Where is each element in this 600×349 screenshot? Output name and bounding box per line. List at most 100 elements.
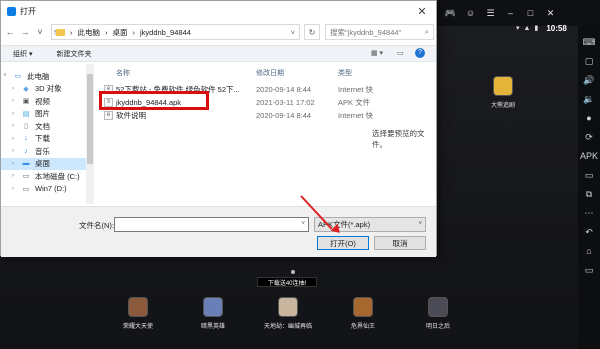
signal-icon: ▲ [523,24,531,32]
page-indicator [291,270,295,274]
menu-icon[interactable]: ☰ [484,7,497,20]
refresh-button[interactable]: ↻ [304,24,320,40]
address-dropdown-icon[interactable]: ˅ [291,28,295,37]
back-arrow-icon[interactable]: ← [5,27,15,37]
collapse-arrow-icon[interactable]: ˅ [1,73,9,79]
search-box[interactable]: 搜索"jkyddnb_94844" ⌕ [325,24,434,40]
screenshot-icon[interactable]: ▢ [582,55,596,67]
expand-arrow-icon[interactable]: › [9,98,17,104]
desktop-app[interactable]: 大熊追剧 [475,76,531,109]
new-folder-button[interactable]: 新建文件夹 [52,47,95,61]
expand-arrow-icon[interactable]: › [9,186,17,192]
tree-item-music[interactable]: › ♪ 音乐 [1,145,93,158]
navigation-tree: ˅ ▭ 此电脑 › ◆ 3D 对象 › ▣ 视频 › ▤ 图片 › ▯ 文档 ›… [1,64,94,204]
multi-instance-icon[interactable]: ⧉ [582,188,596,200]
breadcrumb-item[interactable]: 桌面 [113,27,128,38]
breadcrumb-sep-icon: › [105,27,108,37]
tree-item-documents[interactable]: › ▯ 文档 [1,120,93,133]
clock: 10:58 [546,23,567,33]
more-icon[interactable]: ⋯ [582,207,596,219]
recent-apps-icon[interactable]: ▭ [582,264,596,276]
tree-item-desktop[interactable]: › ▬ 桌面 [1,157,93,170]
document-icon: ▯ [24,123,28,131]
keyboard-icon[interactable]: ⌨ [582,36,596,48]
home-icon[interactable]: ⌂ [582,245,596,257]
filename-label: 文件名(N): [79,221,114,230]
drive-icon: ▭ [22,185,30,193]
game-icon [428,297,448,317]
gamepad-icon[interactable]: 🎮 [444,7,457,20]
forward-arrow-icon[interactable]: → [20,27,30,37]
user-icon[interactable]: ☺ [464,7,477,20]
dock-app-2[interactable]: 暗黑英雄 [185,297,241,330]
dialog-title-bar: 打开 ✕ [1,1,436,22]
chevron-down-icon[interactable]: ˅ [301,221,305,227]
help-icon[interactable]: ? [415,48,425,58]
emulator-sidebar: ⌨ ▢ 🔊 🔉 ● ⟳ APK ▭ ⧉ ⋯ ↶ ⌂ ▭ [578,26,600,349]
open-file-dialog: 打开 ✕ ← → ˅ ↑ › 此电脑 › 桌面 › jkyddnb_94844 … [0,0,437,257]
address-row: ← → ˅ ↑ › 此电脑 › 桌面 › jkyddnb_94844 ˅ ↻ 搜… [1,22,436,42]
expand-arrow-icon[interactable]: › [9,136,17,142]
breadcrumb-item[interactable]: 此电脑 [78,27,101,38]
drive-icon: ▭ [22,173,30,181]
open-button[interactable]: 打开(O) [317,236,369,250]
recent-dropdown-icon[interactable]: ˅ [35,27,45,37]
3d-objects-icon: ◆ [23,85,29,93]
column-header-date[interactable]: 修改日期 [256,68,284,78]
wifi-icon: ▾ [516,25,520,32]
close-icon[interactable]: ✕ [544,7,557,20]
game-icon [353,297,373,317]
chevron-down-icon[interactable]: ˅ [418,221,422,227]
filename-input[interactable]: ˅ [114,217,309,232]
expand-arrow-icon[interactable]: › [9,111,17,117]
cancel-button[interactable]: 取消 [374,236,426,250]
expand-arrow-icon[interactable]: › [9,123,17,129]
breadcrumb-item[interactable]: jkyddnb_94844 [140,28,191,37]
tree-item-3d[interactable]: › ◆ 3D 对象 [1,83,93,96]
tree-item-downloads[interactable]: › ↓ 下载 [1,133,93,146]
tree-item-this-pc[interactable]: ˅ ▭ 此电脑 [1,70,93,83]
expand-arrow-icon[interactable]: › [9,86,17,92]
expand-arrow-icon[interactable]: › [9,161,17,167]
view-options-icon[interactable]: ▦ ▾ [371,49,383,57]
organize-button[interactable]: 组织 ▾ [9,47,36,61]
video-icon: ▣ [22,98,30,106]
dialog-toolbar: 组织 ▾ 新建文件夹 ▦ ▾ ▭ ? [1,45,436,62]
tree-item-pictures[interactable]: › ▤ 图片 [1,108,93,121]
picture-icon: ▤ [22,110,30,118]
volume-down-icon[interactable]: 🔉 [582,93,596,105]
tree-item-video[interactable]: › ▣ 视频 [1,95,93,108]
download-banner[interactable]: 下载送40连抽! [257,277,317,287]
tree-scrollbar[interactable] [86,64,94,204]
rotate-icon[interactable]: ⟳ [582,131,596,143]
dialog-bottom-bar: 文件名(N): ˅ APK文件(*.apk) ˅ 打开(O) 取消 [1,206,436,257]
file-list: 名称 修改日期 类型 e 52下载站 - 免费软件 绿色软件 52下... 20… [96,64,373,204]
dock-app-5[interactable]: 明日之后 [410,297,466,330]
expand-arrow-icon[interactable]: › [9,148,17,154]
column-header-type[interactable]: 类型 [338,68,352,78]
back-icon[interactable]: ↶ [582,226,596,238]
dialog-close-button[interactable]: ✕ [416,5,428,18]
expand-arrow-icon[interactable]: › [9,173,17,179]
dock-app-3[interactable]: 天地劫：幽城再临 [260,297,316,330]
apk-install-icon[interactable]: APK [580,150,598,162]
game-icon [278,297,298,317]
tree-item-drive-c[interactable]: › ▭ 本地磁盘 (C:) [1,170,93,183]
dock-app-1[interactable]: 荣耀大天使 [110,297,166,330]
file-row[interactable]: e 软件说明 2020-09-14 8:44 Internet 快 [104,109,373,121]
maximize-icon[interactable]: □ [524,7,537,20]
minimize-icon[interactable]: – [504,7,517,20]
column-header-name[interactable]: 名称 [116,68,130,78]
address-bar[interactable]: › 此电脑 › 桌面 › jkyddnb_94844 ˅ [51,24,300,40]
breadcrumb-sep-icon: › [132,27,136,37]
scroll-thumb[interactable] [87,74,93,164]
tree-item-drive-d[interactable]: › ▭ Win7 (D:) [1,183,93,196]
internet-shortcut-icon: e [104,110,113,120]
dialog-title: 打开 [20,7,36,16]
preview-pane-icon[interactable]: ▭ [397,49,404,57]
record-icon[interactable]: ● [582,112,596,124]
folder-icon[interactable]: ▭ [582,169,596,181]
dock-app-4[interactable]: 危界仙王 [335,297,391,330]
volume-up-icon[interactable]: 🔊 [582,74,596,86]
folder-icon [56,28,65,36]
